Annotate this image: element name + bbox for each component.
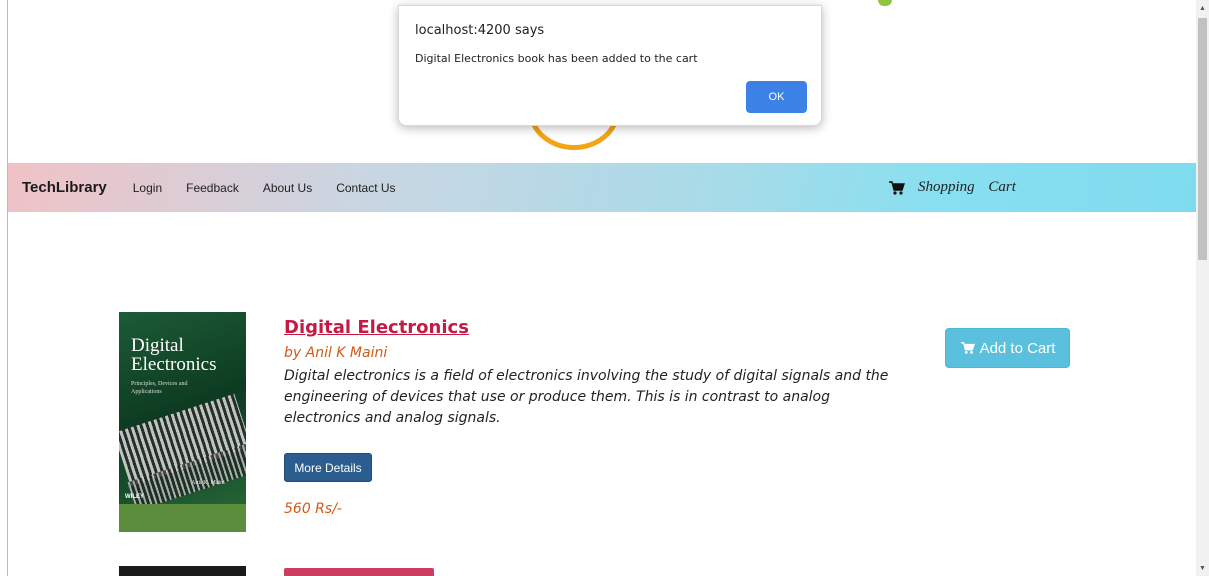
cover-author: Anil K. Maini — [191, 480, 225, 486]
shopping-cart-icon — [960, 342, 975, 354]
scroll-thumb[interactable] — [1198, 18, 1207, 260]
book-title-link[interactable]: Digital Electronics — [284, 317, 469, 338]
more-details-button[interactable]: More Details — [284, 453, 372, 482]
shopping-cart-icon — [889, 180, 905, 195]
nav-link-feedback[interactable]: Feedback — [186, 181, 239, 195]
book-cover-image: Digital Electronics Principles, Devices … — [119, 312, 246, 532]
navbar: TechLibrary Login Feedback About Us Cont… — [8, 163, 1196, 212]
add-to-cart-button[interactable]: Add to Cart — [945, 328, 1070, 368]
alert-ok-button[interactable]: OK — [746, 81, 807, 113]
page: TechLibrary Login Feedback About Us Cont… — [0, 0, 1209, 576]
next-book-title-fragment — [284, 568, 434, 576]
nav-link-about-us[interactable]: About Us — [263, 181, 312, 195]
alert-title: localhost:4200 says — [415, 23, 545, 38]
cover-title: Digital Electronics — [131, 336, 216, 374]
vertical-scrollbar[interactable]: ▲ ▼ — [1196, 0, 1209, 576]
book-description: Digital electronics is a field of electr… — [284, 368, 889, 426]
logo-leaf — [878, 0, 892, 6]
add-to-cart-label: Add to Cart — [979, 339, 1056, 357]
next-book-title[interactable] — [284, 568, 444, 576]
cover-stripe — [119, 504, 246, 532]
book-price: 560 Rs/- — [284, 501, 342, 517]
cover-title-line: Electronics — [131, 354, 217, 375]
shopping-cart-label: Shopping Cart — [918, 179, 1016, 195]
alert-message: Digital Electronics book has been added … — [415, 52, 698, 65]
next-book-cover — [119, 566, 246, 576]
scroll-up-arrow-icon[interactable]: ▲ — [1196, 0, 1209, 16]
nav-link-contact-us[interactable]: Contact Us — [336, 181, 395, 195]
cover-title-line: Digital — [131, 335, 184, 356]
alert-dialog: localhost:4200 says Digital Electronics … — [398, 5, 822, 126]
nav-link-login[interactable]: Login — [133, 181, 162, 195]
book-author: by Anil K Maini — [284, 345, 388, 361]
scroll-down-arrow-icon[interactable]: ▼ — [1196, 560, 1209, 576]
cover-publisher: WILEY — [125, 494, 144, 500]
cover-subtitle: Principles, Devices and Applications — [131, 381, 188, 395]
shopping-cart-link[interactable]: Shopping Cart — [888, 163, 1016, 212]
brand-link[interactable]: TechLibrary — [22, 179, 107, 196]
